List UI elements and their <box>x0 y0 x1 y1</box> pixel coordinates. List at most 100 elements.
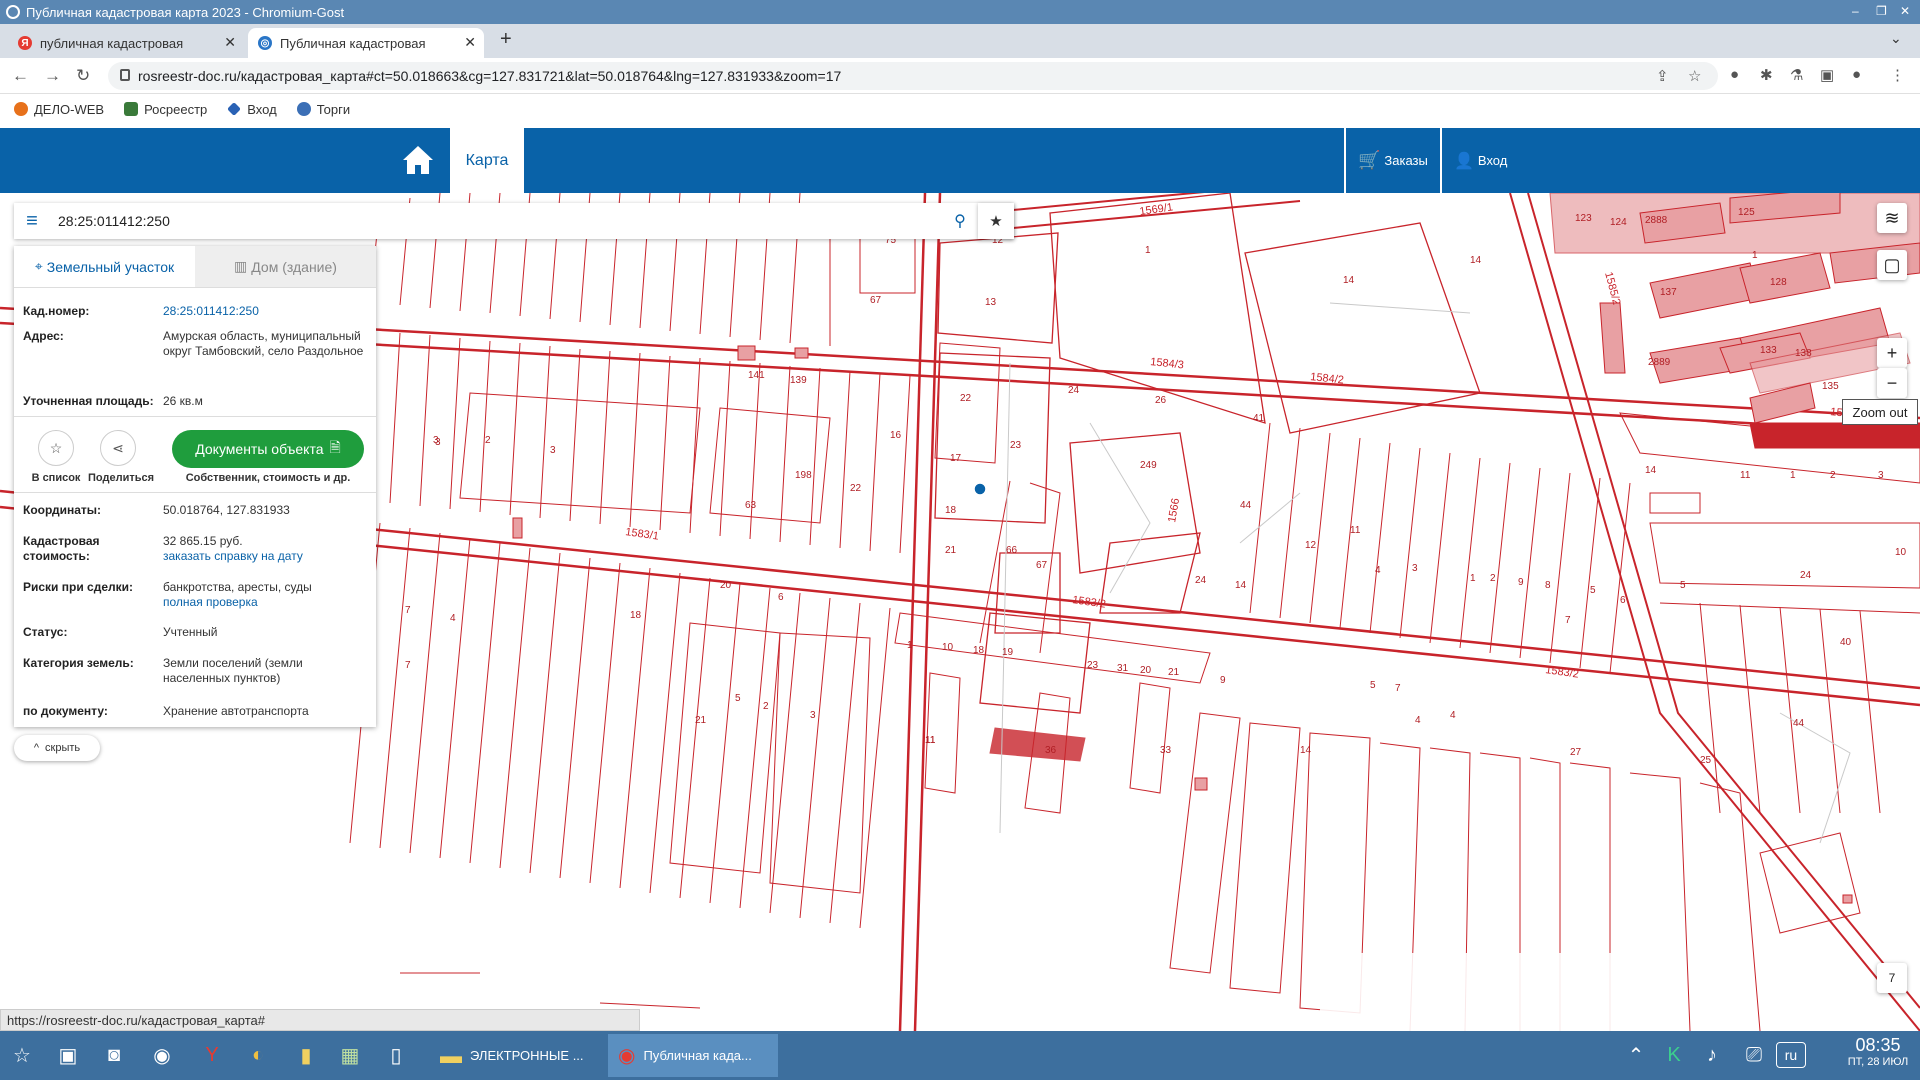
lot-label: 19 <box>1002 647 1014 658</box>
lot-label: 16 <box>890 430 902 441</box>
bookmark-login[interactable]: Вход <box>227 102 277 117</box>
hide-panel-button[interactable]: ^ скрыть <box>14 735 100 761</box>
lot-label: 2 <box>1830 470 1836 481</box>
back-arrow-icon[interactable]: ← <box>12 66 29 86</box>
lot-label: 27 <box>1570 747 1582 758</box>
lot-label: 33 <box>1160 745 1172 756</box>
tab-close-icon[interactable]: ✕ <box>224 34 236 51</box>
lot-label: 1 <box>1145 245 1151 256</box>
forward-arrow-icon[interactable]: → <box>44 66 61 86</box>
lot-label: 26 <box>1155 395 1167 406</box>
screenshot-icon[interactable]: ◙ <box>98 1039 130 1071</box>
road-label: 1584/3 <box>1150 356 1185 371</box>
zoom-out-button[interactable]: − <box>1877 368 1907 398</box>
order-certificate-link[interactable]: заказать справку на дату <box>163 549 368 564</box>
risks-value: банкротства, аресты, суды <box>163 580 312 594</box>
flask-icon[interactable]: ⚗ <box>1790 66 1803 84</box>
reload-icon[interactable]: ↻ <box>76 66 90 86</box>
favorites-star-button[interactable]: ★ <box>978 203 1014 239</box>
lot-label: 1 <box>1470 573 1476 584</box>
lot-label: 198 <box>795 470 812 481</box>
maximize-button[interactable]: ❐ <box>1876 4 1887 18</box>
search-input[interactable] <box>50 203 942 239</box>
login-button[interactable]: 👤 Вход <box>1440 128 1520 193</box>
tab-search-chevron-icon[interactable]: ⌄ <box>1890 30 1902 47</box>
close-window-button[interactable]: ✕ <box>1900 4 1910 18</box>
tab-building[interactable]: ▥ Дом (здание) <box>195 246 376 287</box>
tab-map[interactable]: Карта <box>450 128 524 193</box>
lot-label: 2888 <box>1645 215 1668 226</box>
full-check-link[interactable]: полная проверка <box>163 595 368 610</box>
taskbar-browser-task[interactable]: ◉ Публичная када... <box>608 1034 778 1077</box>
road-label: 1583/2 <box>1545 664 1580 681</box>
layers-button[interactable]: ≋ <box>1877 203 1907 233</box>
window-title-bar: Публичная кадастровая карта 2023 - Chrom… <box>0 0 1920 24</box>
lot-label: 4 <box>1450 710 1456 721</box>
share-label: Поделиться <box>88 472 155 484</box>
tray-up-arrow-icon[interactable]: ⌃ <box>1620 1039 1652 1071</box>
bookmark-torgi[interactable]: Торги <box>296 102 350 117</box>
puzzle-icon[interactable]: ✱ <box>1760 66 1773 84</box>
gosuslugi-icon <box>227 102 242 116</box>
fullscreen-button[interactable]: ▢ <box>1877 250 1907 280</box>
lot-label: 2 <box>1490 573 1496 584</box>
yandex-browser-icon[interactable]: Y <box>196 1039 228 1071</box>
keyboard-layout-indicator[interactable]: ru <box>1776 1042 1806 1068</box>
menu-dots-icon[interactable]: ⋮ <box>1890 66 1905 84</box>
network-icon[interactable]: ⎚ <box>1738 1039 1770 1071</box>
bookmark-star-icon[interactable]: ☆ <box>1688 67 1701 85</box>
zoom-in-button[interactable]: + <box>1877 338 1907 368</box>
lot-label: 14 <box>1343 275 1355 286</box>
lot-label: 6 <box>778 592 784 603</box>
profile-icon[interactable]: ● <box>1852 66 1861 83</box>
kaspersky-icon[interactable]: K <box>1658 1039 1690 1071</box>
lot-label: 24 <box>1800 570 1812 581</box>
chromium-icon[interactable]: ◉ <box>146 1039 178 1071</box>
lot-label: 22 <box>960 393 972 404</box>
lot-label: 249 <box>1140 460 1157 471</box>
coordinates-label: Координаты: <box>23 503 102 517</box>
cad-number-value[interactable]: 28:25:011412:250 <box>163 304 368 319</box>
bookmark-rosreestr[interactable]: Росреестр <box>124 102 207 117</box>
tab-close-icon[interactable]: ✕ <box>464 34 476 51</box>
selected-parcel-marker[interactable] <box>973 482 987 496</box>
object-documents-button[interactable]: Документы объекта 🗎 <box>172 430 364 468</box>
home-icon[interactable] <box>400 142 436 178</box>
land-category-value: Земли поселений (земли населенных пункто… <box>163 656 303 685</box>
orders-button[interactable]: 🛒 Заказы <box>1344 128 1438 193</box>
lot-label: 138 <box>1795 348 1812 359</box>
share-icon[interactable]: ⇪ <box>1656 67 1669 85</box>
bookmark-delo-web[interactable]: ДЕЛО-WEB <box>14 102 104 117</box>
delo-web-icon <box>14 102 28 116</box>
start-menu-star-icon[interactable]: ☆ <box>6 1039 38 1071</box>
text-editor-icon[interactable]: ▯ <box>380 1039 412 1071</box>
minimize-button[interactable]: – <box>1852 4 1859 18</box>
add-to-list-label: В список <box>31 472 81 484</box>
volume-icon[interactable]: ♪ <box>1696 1039 1728 1071</box>
address-bar[interactable]: rosreestr-doc.ru/кадастровая_карта#ct=50… <box>108 62 1718 90</box>
address-label: Адрес: <box>23 329 64 343</box>
hamburger-menu-icon[interactable]: ≡ <box>14 210 50 233</box>
file-manager-icon[interactable]: ◐ <box>242 1039 274 1071</box>
add-to-list-button[interactable]: ☆ <box>38 430 74 466</box>
lot-label: 6 <box>1620 595 1626 606</box>
lot-label: 3 <box>1412 563 1418 574</box>
new-tab-button[interactable]: + <box>500 28 512 51</box>
extension-icon[interactable]: ● <box>1730 66 1739 83</box>
window-switcher-icon[interactable]: ▣ <box>52 1039 84 1071</box>
site-header: Карта 🛒 Заказы 👤 Вход <box>0 128 1920 193</box>
taskbar-folder-task[interactable]: ▬ ЭЛЕКТРОННЫЕ ... <box>430 1034 605 1077</box>
spreadsheet-icon[interactable]: ▦ <box>334 1039 366 1071</box>
tab-rosreestr[interactable]: ◎ Публичная кадастровая ✕ <box>248 28 484 58</box>
system-clock[interactable]: 08:35 ПТ, 28 ИЮЛ <box>1838 1035 1918 1068</box>
divider <box>14 492 376 493</box>
tab-yandex[interactable]: Я публичная кадастровая ✕ <box>8 28 244 58</box>
sidepanel-icon[interactable]: ▣ <box>1820 66 1834 84</box>
share-button[interactable]: ⋖ <box>100 430 136 466</box>
lot-label: 21 <box>1168 667 1180 678</box>
tab-land-parcel[interactable]: ⌖ Земельный участок <box>14 246 195 287</box>
search-icon[interactable]: ⚲ <box>942 211 978 231</box>
lot-label: 18 <box>630 610 642 621</box>
document-icon[interactable]: ▮ <box>290 1039 322 1071</box>
map-pin-icon: ⌖ <box>34 258 43 274</box>
